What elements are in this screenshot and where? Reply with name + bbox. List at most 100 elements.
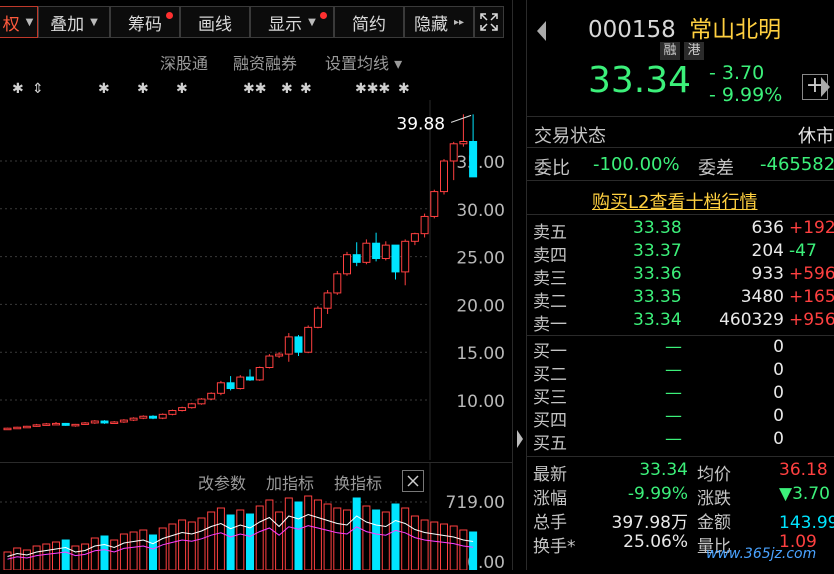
prev-stock-button[interactable] xyxy=(535,20,547,46)
volume-bar[interactable] xyxy=(352,497,361,571)
event-marker-icon[interactable]: ✱ xyxy=(176,81,188,97)
volume-bar[interactable] xyxy=(410,515,419,571)
candle-body[interactable] xyxy=(430,191,439,217)
volume-bar[interactable] xyxy=(275,511,284,571)
event-marker-icon[interactable]: ✱ xyxy=(281,81,293,97)
volume-bar[interactable] xyxy=(284,497,293,571)
candle-body[interactable] xyxy=(469,140,478,178)
candle-body[interactable] xyxy=(52,422,60,426)
l2-purchase-link[interactable]: 购买L2查看十档行情 xyxy=(592,188,757,214)
volume-bar[interactable] xyxy=(391,503,400,571)
volume-bar[interactable] xyxy=(158,527,167,571)
candle-body[interactable] xyxy=(391,244,400,273)
volume-bar[interactable] xyxy=(323,503,332,571)
ask-row[interactable]: 卖一 33.34 460329 +95605 xyxy=(527,310,834,335)
event-marker-icon[interactable]: ⇕ xyxy=(32,81,44,97)
candle-body[interactable] xyxy=(275,353,284,357)
volume-bar[interactable] xyxy=(90,537,99,571)
volume-bar[interactable] xyxy=(207,511,216,571)
candle-body[interactable] xyxy=(284,336,293,355)
volume-bar[interactable] xyxy=(381,511,390,571)
sgt-link[interactable]: 深股通 xyxy=(160,50,208,74)
candle-body[interactable] xyxy=(216,382,225,394)
volume-bar[interactable] xyxy=(255,505,264,571)
volume-bar[interactable] xyxy=(22,549,31,571)
volume-bar[interactable] xyxy=(42,543,51,571)
volume-bar[interactable] xyxy=(343,509,351,571)
volume-bar[interactable] xyxy=(149,534,157,571)
event-marker-icon[interactable]: ✱ xyxy=(300,81,312,97)
volume-bar[interactable] xyxy=(236,509,245,571)
event-marker-icon[interactable]: ✱✱✱ xyxy=(355,81,390,97)
candle-body[interactable] xyxy=(236,376,245,390)
volume-bar[interactable] xyxy=(469,531,478,571)
volume-bar[interactable] xyxy=(304,495,313,571)
event-marker-icon[interactable]: ✱✱ xyxy=(243,81,266,97)
candle-body[interactable] xyxy=(304,326,313,353)
candle-body[interactable] xyxy=(22,425,31,429)
bid-row[interactable]: 买一 — 0 xyxy=(527,337,834,362)
display-button[interactable]: 显示 ▼ xyxy=(250,6,334,38)
volume-bar[interactable] xyxy=(52,541,60,571)
collapse-handle[interactable] xyxy=(515,428,525,450)
volume-bar[interactable] xyxy=(216,507,225,571)
simple-button[interactable]: 简约 xyxy=(334,6,404,38)
volume-bar[interactable] xyxy=(246,513,254,571)
candle-body[interactable] xyxy=(3,427,12,431)
bid-row[interactable]: 买四 — 0 xyxy=(527,406,834,431)
candle-body[interactable] xyxy=(420,215,429,235)
candle-body[interactable] xyxy=(333,273,342,294)
candle-body[interactable] xyxy=(158,413,167,419)
event-marker-icon[interactable]: ✱ xyxy=(398,81,410,97)
candle-body[interactable] xyxy=(187,403,196,409)
volume-bar[interactable] xyxy=(13,547,22,571)
candle-body[interactable] xyxy=(110,421,119,424)
next-stock-button[interactable] xyxy=(820,76,832,102)
volume-bar[interactable] xyxy=(333,507,342,571)
event-marker-icon[interactable]: ✱ xyxy=(12,81,24,97)
volume-bar[interactable] xyxy=(178,519,187,571)
volume-bar[interactable] xyxy=(362,505,371,571)
chips-button[interactable]: 筹码 xyxy=(110,6,180,38)
candle-body[interactable] xyxy=(343,254,351,275)
volume-bar[interactable] xyxy=(401,507,410,571)
volume-bar[interactable] xyxy=(197,517,206,571)
candle-body[interactable] xyxy=(61,422,70,426)
volume-bar[interactable] xyxy=(129,531,138,571)
hide-button[interactable]: 隐藏 ▸▸ xyxy=(404,6,474,38)
volume-bar[interactable] xyxy=(420,519,429,571)
candle-body[interactable] xyxy=(294,336,303,353)
candle-body[interactable] xyxy=(381,244,390,260)
volume-bar[interactable] xyxy=(430,521,439,571)
volume-bar[interactable] xyxy=(3,551,12,571)
volume-chart[interactable]: 719.00 0.00 xyxy=(0,462,512,573)
volume-bar[interactable] xyxy=(81,543,90,571)
bid-row[interactable]: 买五 — 0 xyxy=(527,429,834,454)
candle-body[interactable] xyxy=(178,407,187,412)
candle-body[interactable] xyxy=(81,422,90,425)
volume-bar[interactable] xyxy=(32,545,41,571)
ask-row[interactable]: 卖二 33.35 3480 +1653 xyxy=(527,287,834,312)
expand-button[interactable] xyxy=(474,6,504,38)
candle-body[interactable] xyxy=(129,417,138,421)
candle-body[interactable] xyxy=(149,415,157,419)
volume-bar[interactable] xyxy=(110,539,119,571)
candle-body[interactable] xyxy=(459,140,468,145)
volume-bar[interactable] xyxy=(100,535,109,571)
ask-row[interactable]: 卖五 33.38 636 +192 xyxy=(527,218,834,243)
bid-row[interactable]: 买三 — 0 xyxy=(527,383,834,408)
ask-row[interactable]: 卖四 33.37 204 -47 xyxy=(527,241,834,266)
candle-body[interactable] xyxy=(372,242,381,260)
volume-bar[interactable] xyxy=(372,509,381,571)
draw-line-button[interactable]: 画线 xyxy=(180,6,250,38)
candle-body[interactable] xyxy=(246,376,254,381)
candle-body[interactable] xyxy=(32,424,41,427)
candle-body[interactable] xyxy=(352,254,361,263)
candle-body[interactable] xyxy=(13,426,22,430)
volume-bar[interactable] xyxy=(61,539,70,571)
volume-bar[interactable] xyxy=(265,499,274,571)
overlay-button[interactable]: 叠加 ▼ xyxy=(38,6,110,38)
rights-button[interactable]: 权 ▼ xyxy=(0,6,38,38)
kline-chart[interactable]: 35.00 30.00 25.00 20.00 15.00 10.00 39.88 xyxy=(0,100,512,460)
candle-body[interactable] xyxy=(71,423,80,427)
